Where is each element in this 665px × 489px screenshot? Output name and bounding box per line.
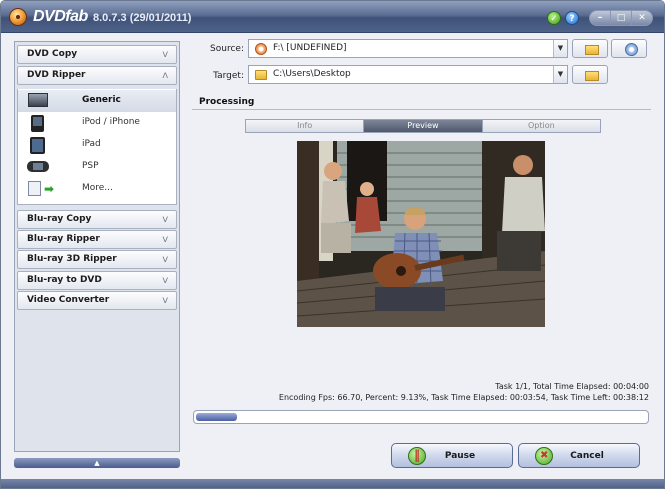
sidebar-section-bluray-copy[interactable]: Blu-ray Copy ᐯ bbox=[17, 210, 177, 229]
device-label: Generic bbox=[82, 95, 121, 105]
processing-title: Processing bbox=[199, 97, 255, 107]
chevron-down-icon[interactable]: ▼ bbox=[553, 66, 567, 83]
device-label: PSP bbox=[82, 161, 99, 171]
source-disc-button[interactable] bbox=[611, 39, 647, 58]
target-browse-button[interactable] bbox=[572, 65, 608, 84]
folder-icon bbox=[585, 45, 599, 55]
pause-button[interactable]: Pause bbox=[391, 443, 513, 468]
status-bar bbox=[1, 479, 664, 488]
chevron-down-icon: ᐯ bbox=[162, 296, 168, 305]
psp-icon bbox=[27, 161, 49, 172]
processing-tabs: Info Preview Option bbox=[245, 119, 601, 133]
preview-frame-image bbox=[297, 141, 545, 327]
app-window: DVDfab 8.0.7.3 (29/01/2011) ✓ ? – □ ✕ DV… bbox=[0, 0, 665, 489]
chevron-down-icon: ᐯ bbox=[162, 215, 168, 224]
device-item-ipod-iphone[interactable]: iPod / iPhone bbox=[18, 112, 176, 134]
device-label: iPad bbox=[82, 139, 101, 149]
source-value: F:\ [UNDEFINED] bbox=[273, 43, 347, 53]
folder-icon bbox=[585, 71, 599, 81]
tab-info[interactable]: Info bbox=[246, 120, 365, 132]
source-combo[interactable]: F:\ [UNDEFINED] ▼ bbox=[248, 39, 568, 58]
sidebar-section-dvd-copy[interactable]: DVD Copy ᐯ bbox=[17, 45, 177, 64]
ipod-icon bbox=[31, 115, 44, 132]
close-button[interactable]: ✕ bbox=[632, 11, 652, 25]
window-controls: – □ ✕ bbox=[589, 10, 653, 26]
minimize-button[interactable]: – bbox=[590, 11, 611, 25]
device-label: iPod / iPhone bbox=[82, 117, 140, 127]
device-item-ipad[interactable]: iPad bbox=[18, 134, 176, 156]
sidebar: DVD Copy ᐯ DVD Ripper ᐱ Generic iPod / i… bbox=[14, 41, 180, 452]
monitor-icon bbox=[28, 93, 48, 107]
divider bbox=[192, 109, 651, 110]
chevron-down-icon: ᐯ bbox=[162, 50, 168, 59]
video-preview bbox=[297, 141, 545, 327]
more-devices-icon bbox=[28, 181, 41, 196]
tab-preview[interactable]: Preview bbox=[364, 120, 483, 132]
sidebar-section-label: DVD Copy bbox=[27, 49, 78, 59]
sidebar-section-label: Blu-ray 3D Ripper bbox=[27, 254, 117, 264]
sidebar-section-label: DVD Ripper bbox=[27, 70, 86, 80]
arrow-right-icon: ➡ bbox=[44, 182, 55, 196]
device-item-more[interactable]: ➡ More... bbox=[18, 178, 176, 200]
cancel-button[interactable]: Cancel bbox=[518, 443, 640, 468]
sidebar-section-label: Blu-ray Ripper bbox=[27, 234, 100, 244]
chevron-down-icon: ᐯ bbox=[162, 276, 168, 285]
brand-title: DVDfab bbox=[33, 8, 88, 25]
sidebar-collapse-button[interactable]: ▲ bbox=[14, 458, 180, 468]
target-label: Target: bbox=[213, 71, 244, 81]
target-combo[interactable]: C:\Users\Desktop ▼ bbox=[248, 65, 568, 84]
task-summary: Task 1/1, Total Time Elapsed: 00:04:00 bbox=[495, 382, 649, 391]
sidebar-section-bluray-3d-ripper[interactable]: Blu-ray 3D Ripper ᐯ bbox=[17, 250, 177, 269]
progress-fill bbox=[196, 413, 237, 421]
dvdfab-logo-icon bbox=[9, 8, 27, 26]
device-item-psp[interactable]: PSP bbox=[18, 156, 176, 178]
titlebar[interactable]: DVDfab 8.0.7.3 (29/01/2011) ✓ ? – □ ✕ bbox=[1, 1, 664, 33]
disc-icon bbox=[255, 43, 267, 55]
sidebar-section-video-converter[interactable]: Video Converter ᐯ bbox=[17, 291, 177, 310]
pause-label: Pause bbox=[444, 451, 476, 461]
source-browse-button[interactable] bbox=[572, 39, 608, 58]
ripper-device-list: Generic iPod / iPhone iPad PSP ➡ More... bbox=[17, 89, 177, 205]
chevron-down-icon: ᐯ bbox=[162, 255, 168, 264]
chevron-down-icon[interactable]: ▼ bbox=[553, 40, 567, 57]
help-icon[interactable]: ? bbox=[565, 11, 579, 25]
sidebar-section-dvd-ripper[interactable]: DVD Ripper ᐱ bbox=[17, 66, 177, 85]
sidebar-section-bluray-to-dvd[interactable]: Blu-ray to DVD ᐯ bbox=[17, 271, 177, 290]
progress-bar bbox=[193, 410, 649, 424]
target-value: C:\Users\Desktop bbox=[273, 69, 351, 79]
sidebar-section-bluray-ripper[interactable]: Blu-ray Ripper ᐯ bbox=[17, 230, 177, 249]
ipad-icon bbox=[30, 137, 45, 154]
sidebar-section-label: Video Converter bbox=[27, 295, 110, 305]
maximize-button[interactable]: □ bbox=[611, 11, 632, 25]
tab-option[interactable]: Option bbox=[482, 120, 600, 132]
device-label: More... bbox=[82, 183, 113, 193]
device-item-generic[interactable]: Generic bbox=[18, 90, 176, 112]
version-label: 8.0.7.3 (29/01/2011) bbox=[93, 12, 192, 24]
sidebar-section-label: Blu-ray to DVD bbox=[27, 275, 102, 285]
check-circle-icon[interactable]: ✓ bbox=[547, 11, 561, 25]
sidebar-section-label: Blu-ray Copy bbox=[27, 214, 92, 224]
encoding-stats: Encoding Fps: 66.70, Percent: 9.13%, Tas… bbox=[278, 393, 649, 402]
folder-icon bbox=[255, 70, 267, 80]
chevron-down-icon: ᐯ bbox=[162, 235, 168, 244]
cancel-label: Cancel bbox=[570, 451, 604, 461]
source-label: Source: bbox=[210, 44, 244, 54]
chevron-up-icon: ᐱ bbox=[162, 71, 168, 80]
disc-icon bbox=[625, 43, 638, 56]
